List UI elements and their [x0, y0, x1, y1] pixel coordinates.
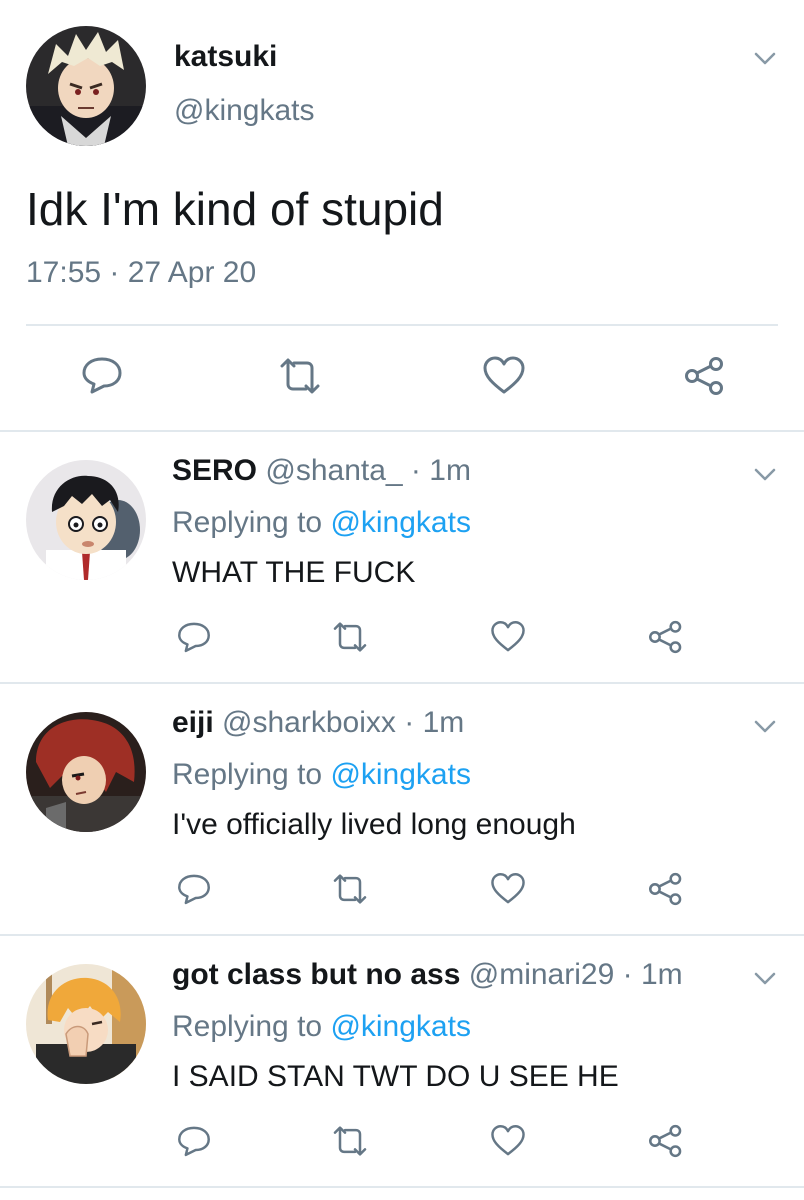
like-icon[interactable] [490, 872, 526, 906]
replying-to-label: Replying to [172, 758, 323, 791]
reply-time[interactable]: 1m [429, 454, 471, 487]
reply-header: eiji @sharkboixx · 1m [172, 706, 464, 740]
reply-icon[interactable] [176, 872, 212, 906]
replying-to: Replying to @kingkats [172, 1010, 471, 1044]
retweet-icon[interactable] [330, 622, 370, 652]
chevron-down-icon[interactable] [754, 720, 776, 734]
reply-text: I've officially lived long enough [172, 808, 576, 841]
like-icon[interactable] [482, 356, 526, 396]
separator-dot: · [614, 958, 641, 991]
share-icon[interactable] [648, 1124, 684, 1158]
chevron-down-icon[interactable] [754, 468, 776, 482]
replying-to-label: Replying to [172, 1010, 323, 1043]
reply-text: WHAT THE FUCK [172, 556, 416, 589]
replying-to: Replying to @kingkats [172, 506, 471, 540]
divider [26, 324, 778, 326]
author-name[interactable]: katsuki [174, 40, 277, 74]
reply-tweet[interactable]: eiji @sharkboixx · 1m Replying to @kingk… [0, 684, 804, 934]
reply-icon[interactable] [176, 1124, 212, 1158]
reply-author-name[interactable]: got class but no ass [172, 958, 460, 991]
chevron-down-icon[interactable] [754, 52, 776, 66]
reply-author-handle[interactable]: @sharkboixx [222, 706, 396, 739]
reply-header: got class but no ass @minari29 · 1m [172, 958, 683, 992]
main-tweet: katsuki @kingkats Idk I'm kind of stupid… [0, 0, 804, 432]
minari-avatar[interactable] [26, 964, 146, 1084]
reply-author-handle[interactable]: @shanta_ [265, 454, 402, 487]
eiji-avatar[interactable] [26, 712, 146, 832]
like-icon[interactable] [490, 620, 526, 654]
author-handle[interactable]: @kingkats [174, 94, 315, 128]
reply-author-name[interactable]: SERO [172, 454, 257, 487]
like-icon[interactable] [490, 1124, 526, 1158]
replying-to-mention[interactable]: @kingkats [330, 506, 471, 539]
tweet-text: Idk I'm kind of stupid [26, 183, 444, 235]
replying-to: Replying to @kingkats [172, 758, 471, 792]
reply-header: SERO @shanta_ · 1m [172, 454, 471, 488]
reply-author-handle[interactable]: @minari29 [469, 958, 615, 991]
sero-avatar[interactable] [26, 460, 146, 580]
replying-to-mention[interactable]: @kingkats [330, 758, 471, 791]
retweet-icon[interactable] [330, 874, 370, 904]
chevron-down-icon[interactable] [754, 972, 776, 986]
share-icon[interactable] [648, 872, 684, 906]
separator-dot: · [395, 706, 423, 739]
separator-dot: · [402, 454, 430, 487]
retweet-icon[interactable] [276, 358, 324, 394]
reply-time[interactable]: 1m [423, 706, 465, 739]
share-icon[interactable] [684, 356, 726, 396]
replying-to-mention[interactable]: @kingkats [330, 1010, 471, 1043]
reply-tweet[interactable]: SERO @shanta_ · 1m Replying to @kingkats… [0, 432, 804, 682]
reply-time[interactable]: 1m [641, 958, 683, 991]
katsuki-avatar[interactable] [26, 26, 146, 146]
replying-to-label: Replying to [172, 506, 323, 539]
share-icon[interactable] [648, 620, 684, 654]
reply-icon[interactable] [176, 620, 212, 654]
reply-tweet[interactable]: got class but no ass @minari29 · 1m Repl… [0, 936, 804, 1186]
reply-author-name[interactable]: eiji [172, 706, 214, 739]
divider [0, 1186, 804, 1188]
reply-text: I SAID STAN TWT DO U SEE HE [172, 1060, 619, 1093]
retweet-icon[interactable] [330, 1126, 370, 1156]
tweet-timestamp[interactable]: 17:55 · 27 Apr 20 [26, 256, 256, 290]
reply-icon[interactable] [80, 355, 124, 395]
